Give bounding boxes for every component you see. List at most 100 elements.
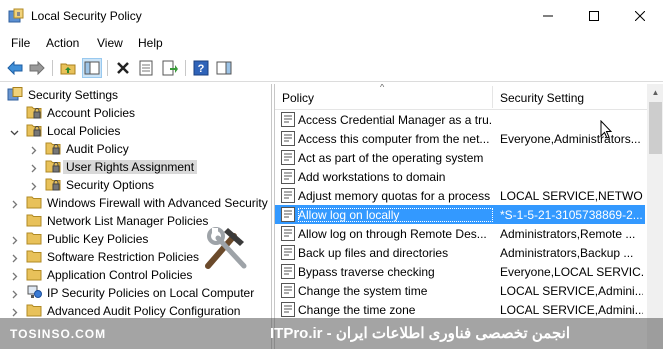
tree-item-label: Advanced Audit Policy Configuration — [47, 304, 241, 318]
policy-row[interactable]: Change the system time LOCAL SERVICE,Admi… — [275, 281, 645, 300]
menu-file[interactable]: File — [11, 36, 30, 50]
vertical-scrollbar[interactable]: ▲ — [647, 84, 663, 349]
show-action-pane-button[interactable] — [214, 58, 234, 78]
window-title: Local Security Policy — [31, 9, 142, 23]
watermark-bar: TOSINSO.COM ITPro.ir - انجمن تخصصی فناور… — [0, 318, 663, 349]
tree-item[interactable]: Windows Firewall with Advanced Security — [0, 194, 271, 212]
security-setting-value: Everyone,LOCAL SERVIC... — [500, 265, 643, 279]
policy-setting-icon — [281, 283, 295, 298]
column-header-policy[interactable]: Policy — [282, 91, 314, 105]
tree-item[interactable]: Account Policies — [0, 104, 271, 122]
folder-icon — [26, 249, 42, 263]
properties-button[interactable] — [136, 58, 156, 78]
policy-row[interactable]: Adjust memory quotas for a process LOCAL … — [275, 186, 645, 205]
tree-item[interactable]: Security Options — [0, 176, 271, 194]
policy-name: Access this computer from the net... — [298, 132, 490, 146]
chevron-right-icon[interactable] — [29, 144, 38, 155]
chevron-right-icon[interactable] — [10, 198, 19, 209]
tree-item-label: User Rights Assignment — [63, 160, 198, 174]
close-button[interactable] — [617, 0, 663, 32]
tree-item-label: Account Policies — [47, 106, 136, 120]
policy-name: Back up files and directories — [298, 246, 449, 260]
chevron-right-icon[interactable] — [10, 288, 19, 299]
export-list-button[interactable] — [160, 58, 180, 78]
menu-help[interactable]: Help — [138, 36, 163, 50]
tree-item[interactable]: Security Settings — [0, 86, 271, 104]
scroll-up-arrow-icon[interactable]: ▲ — [647, 84, 663, 101]
tree-item[interactable]: User Rights Assignment — [0, 158, 271, 176]
delete-x-icon — [117, 62, 129, 74]
tree-item-label: IP Security Policies on Local Computer — [47, 286, 255, 300]
folder-icon — [26, 303, 42, 317]
network-policy-icon — [26, 285, 42, 299]
policy-name: Act as part of the operating system — [298, 151, 484, 165]
tree-item-label: Application Control Policies — [47, 268, 193, 282]
console-tree[interactable]: Security Settings Account Policies Local P… — [0, 84, 272, 349]
policy-setting-icon — [281, 207, 295, 222]
folder-lock-icon — [45, 141, 61, 155]
policy-name: Add workstations to domain — [298, 170, 446, 184]
policy-row[interactable]: Act as part of the operating system — [275, 148, 645, 167]
menu-action[interactable]: Action — [46, 36, 79, 50]
tree-item[interactable]: Audit Policy — [0, 140, 271, 158]
watermark-left-text: TOSINSO.COM — [10, 327, 107, 341]
tree-item[interactable]: Local Policies — [0, 122, 271, 140]
folder-icon — [26, 213, 42, 227]
title-bar: Local Security Policy — [0, 0, 663, 32]
policy-row[interactable]: Change the time zone LOCAL SERVICE,Admini… — [275, 300, 645, 319]
back-button[interactable] — [5, 58, 25, 78]
tree-item-label: Audit Policy — [66, 142, 129, 156]
forward-arrow-icon — [29, 61, 45, 75]
chevron-down-icon[interactable] — [10, 126, 19, 136]
tree-item-label: Security Settings — [28, 88, 119, 102]
delete-button[interactable] — [113, 58, 133, 78]
policy-row[interactable]: Allow log on through Remote Des... Admini… — [275, 224, 645, 243]
sort-ascending-icon: ^ — [380, 84, 385, 92]
chevron-right-icon[interactable] — [10, 306, 19, 317]
column-divider[interactable] — [492, 86, 493, 108]
chevron-right-icon[interactable] — [29, 162, 38, 173]
wrench-hammer-tools-icon — [200, 222, 252, 272]
security-policy-app-icon — [8, 8, 24, 24]
toolbar-separator — [185, 60, 186, 76]
policy-row[interactable]: Access Credential Manager as a tru... — [275, 110, 645, 129]
policy-row[interactable]: Add workstations to domain — [275, 167, 645, 186]
minimize-button[interactable] — [525, 0, 571, 32]
folder-up-icon — [60, 63, 76, 75]
menu-view[interactable]: View — [97, 36, 123, 50]
security-setting-value: LOCAL SERVICE,Admini... — [500, 303, 643, 317]
action-pane-icon — [216, 61, 232, 75]
security-setting-value: Everyone,Administrators... — [500, 132, 641, 146]
chevron-right-icon[interactable] — [10, 234, 19, 245]
security-setting-value: Administrators,Remote ... — [500, 227, 636, 241]
tree-item-label: Security Options — [66, 178, 155, 192]
tree-item-label: Network List Manager Policies — [47, 214, 209, 228]
help-button[interactable]: ? — [191, 58, 211, 78]
policy-name: Access Credential Manager as a tru... — [298, 113, 493, 127]
tree-item-label: Software Restriction Policies — [47, 250, 200, 264]
console-tree-icon — [84, 61, 100, 75]
policy-setting-icon — [281, 112, 295, 127]
maximize-button[interactable] — [571, 0, 617, 32]
up-one-level-button[interactable] — [58, 58, 78, 78]
tree-item-label: Windows Firewall with Advanced Security — [47, 196, 268, 210]
policy-row[interactable]: Bypass traverse checking Everyone,LOCAL S… — [275, 262, 645, 281]
column-header-security-setting[interactable]: Security Setting — [500, 91, 584, 105]
tree-item[interactable]: IP Security Policies on Local Computer — [0, 284, 271, 302]
policy-row[interactable]: Access this computer from the net... Ever… — [275, 129, 645, 148]
policy-setting-icon — [281, 131, 295, 146]
scrollbar-thumb[interactable] — [649, 102, 662, 154]
watermark-right-text: ITPro.ir - انجمن تخصصی فناوری اطلاعات ای… — [270, 325, 570, 342]
show-hide-console-tree-button[interactable] — [82, 58, 102, 78]
chevron-right-icon[interactable] — [10, 270, 19, 281]
policy-row[interactable]: Back up files and directories Administrat… — [275, 243, 645, 262]
forward-button[interactable] — [27, 58, 47, 78]
policy-setting-icon — [281, 264, 295, 279]
policy-name: Change the time zone — [298, 303, 416, 317]
security-setting-value: *S-1-5-21-3105738869-2... — [500, 208, 643, 222]
chevron-right-icon[interactable] — [29, 180, 38, 191]
help-book-icon: ? — [193, 60, 209, 76]
chevron-right-icon[interactable] — [10, 252, 19, 263]
policy-row[interactable]: Allow log on locally *S-1-5-21-3105738869… — [275, 205, 645, 224]
security-setting-value: LOCAL SERVICE,Admini... — [500, 284, 643, 298]
